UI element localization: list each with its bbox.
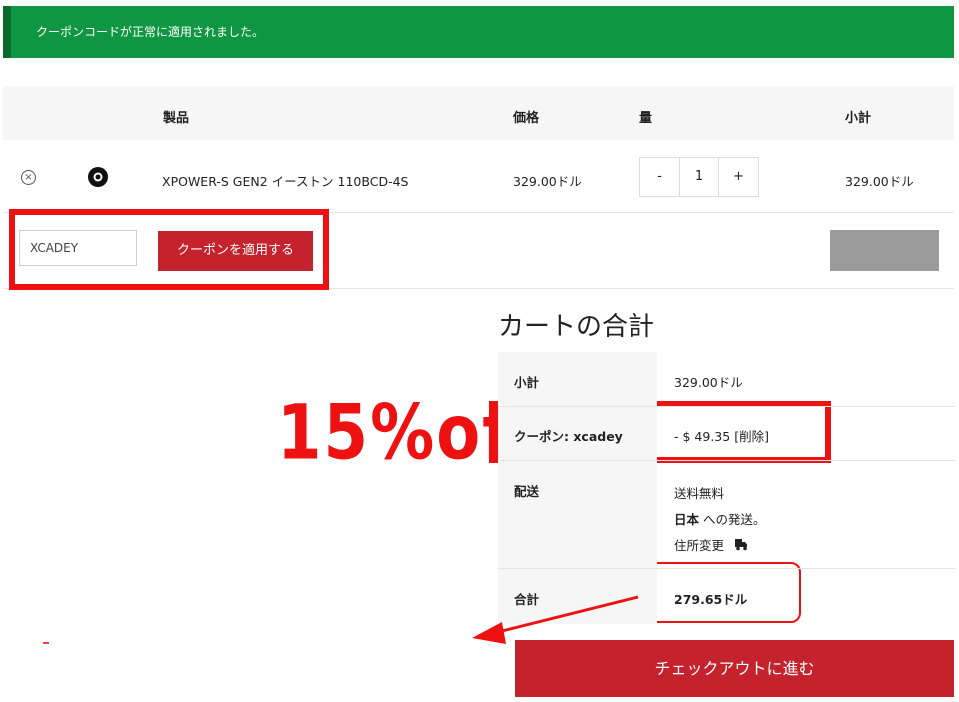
- shipping-destination: 日本 への発送。: [674, 507, 766, 533]
- header-product: 製品: [163, 111, 190, 126]
- totals-coupon-label: クーポン: xcadey: [498, 407, 657, 460]
- shipping-destination-suffix: への発送。: [699, 512, 766, 527]
- cart-table-header: 製品 価格 量 小計: [3, 86, 954, 140]
- quantity-stepper: - 1 +: [639, 157, 759, 197]
- notice-message: クーポンコードが正常に適用されました。: [36, 25, 265, 39]
- red-mark: [43, 642, 49, 644]
- coupon-highlight-box: [9, 209, 329, 290]
- totals-total-value: 279.65ドル: [674, 592, 748, 607]
- quantity-minus-button[interactable]: -: [640, 158, 679, 196]
- change-address-label: 住所変更: [674, 538, 725, 553]
- remove-item-icon[interactable]: ×: [21, 170, 36, 185]
- totals-subtotal-label: 小計: [498, 352, 657, 406]
- header-price: 価格: [513, 111, 540, 126]
- product-price: 329.00ドル: [513, 174, 582, 189]
- header-subtotal: 小計: [845, 111, 872, 126]
- success-notice: クーポンコードが正常に適用されました。: [3, 6, 954, 58]
- product-thumbnail[interactable]: [87, 166, 109, 188]
- totals-coupon-value: - $ 49.35: [674, 429, 731, 444]
- cart-totals-title: カートの合計: [498, 312, 655, 342]
- shipping-details: 送料無料 日本 への発送。 住所変更: [674, 481, 766, 559]
- cart-totals-table: 小計 329.00ドル クーポン: xcadey - $ 49.35 [削除] …: [498, 352, 956, 624]
- shipping-free-text: 送料無料: [674, 486, 725, 501]
- totals-shipping-row: 配送 送料無料 日本 への発送。 住所変更: [498, 461, 956, 569]
- proceed-to-checkout-button[interactable]: チェックアウトに進む: [515, 640, 954, 697]
- totals-coupon-row: クーポン: xcadey - $ 49.35 [削除]: [498, 407, 956, 461]
- quantity-input[interactable]: 1: [679, 158, 719, 196]
- totals-shipping-label: 配送: [498, 461, 657, 568]
- totals-subtotal-value: 329.00ドル: [674, 375, 743, 390]
- product-name[interactable]: XPOWER-S GEN2 イーストン 110BCD-4S: [162, 171, 408, 190]
- change-address-link[interactable]: 住所変更: [674, 533, 766, 559]
- totals-total-row: 合計 279.65ドル: [498, 569, 956, 624]
- totals-subtotal-row: 小計 329.00ドル: [498, 352, 956, 407]
- update-cart-button[interactable]: [830, 230, 939, 271]
- remove-coupon-link[interactable]: [削除]: [734, 429, 769, 444]
- totals-total-label: 合計: [498, 569, 657, 624]
- quantity-plus-button[interactable]: +: [719, 158, 758, 196]
- truck-icon: [735, 539, 747, 551]
- cart-item-row: × XPOWER-S GEN2 イーストン 110BCD-4S 329.00ドル…: [3, 142, 954, 213]
- shipping-country: 日本: [674, 512, 700, 527]
- row-subtotal: 329.00ドル: [845, 174, 914, 189]
- header-quantity: 量: [639, 111, 653, 126]
- totals-coupon-value-wrap: - $ 49.35 [削除]: [674, 426, 769, 445]
